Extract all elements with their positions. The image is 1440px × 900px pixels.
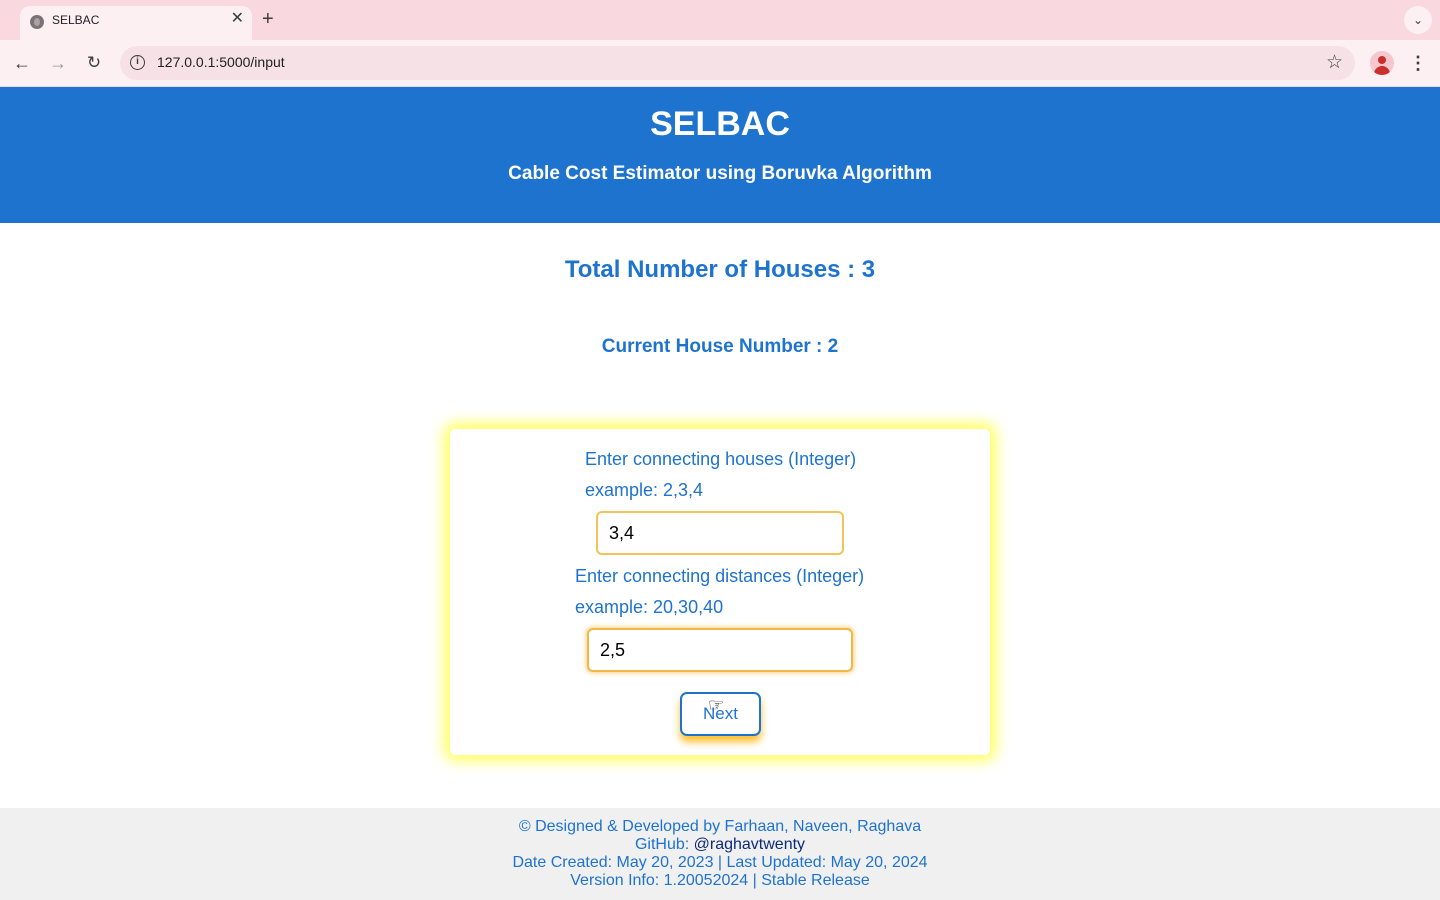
page-footer: © Designed & Developed by Farhaan, Navee… bbox=[0, 808, 1440, 900]
hand-pointer-cursor-icon: ☞ bbox=[708, 695, 725, 715]
app-title: SELBAC bbox=[650, 105, 790, 143]
footer-version: Version Info: 1.20052024 | Stable Releas… bbox=[570, 872, 870, 889]
globe-icon bbox=[30, 15, 44, 29]
profile-avatar-icon[interactable] bbox=[1370, 51, 1394, 75]
browser-toolbar: ← → ↻ i 127.0.0.1:5000/input ☆ ⋮ bbox=[0, 40, 1440, 87]
github-prefix: GitHub: bbox=[634, 836, 694, 853]
github-link[interactable]: @raghavtwenty bbox=[694, 836, 805, 853]
site-info-icon[interactable]: i bbox=[130, 55, 145, 70]
input-form-card: Enter connecting houses (Integer) exampl… bbox=[450, 429, 990, 755]
forward-arrow-icon[interactable]: → bbox=[46, 51, 70, 75]
current-house-heading: Current House Number : 2 bbox=[601, 336, 839, 357]
bookmark-star-icon[interactable]: ☆ bbox=[1326, 51, 1343, 74]
url-text[interactable]: 127.0.0.1:5000/input bbox=[157, 54, 285, 70]
back-arrow-icon[interactable]: ← bbox=[10, 51, 34, 75]
close-tab-icon[interactable]: ✕ bbox=[231, 10, 244, 28]
connecting-houses-input[interactable] bbox=[596, 511, 844, 555]
address-bar[interactable]: i 127.0.0.1:5000/input ☆ bbox=[120, 46, 1355, 80]
tab-title: SELBAC bbox=[52, 13, 100, 27]
total-houses-heading: Total Number of Houses : 3 bbox=[564, 256, 876, 283]
connecting-distances-input[interactable] bbox=[587, 628, 853, 672]
new-tab-button[interactable]: + bbox=[262, 8, 274, 30]
app-subtitle: Cable Cost Estimator using Boruvka Algor… bbox=[508, 163, 932, 184]
browser-tab-bar: SELBAC ✕ + ⌄ bbox=[0, 0, 1440, 40]
reload-icon[interactable]: ↻ bbox=[82, 51, 106, 75]
houses-example: example: 2,3,4 bbox=[585, 480, 704, 500]
browser-tab[interactable]: SELBAC ✕ bbox=[20, 6, 252, 40]
footer-dates: Date Created: May 20, 2023 | Last Update… bbox=[512, 854, 928, 871]
distances-example: example: 20,30,40 bbox=[575, 597, 724, 617]
menu-kebab-icon[interactable]: ⋮ bbox=[1408, 51, 1428, 75]
tab-search-chevron-icon[interactable]: ⌄ bbox=[1404, 6, 1432, 34]
footer-credits: © Designed & Developed by Farhaan, Navee… bbox=[518, 818, 922, 835]
footer-github: GitHub: @raghavtwenty bbox=[0, 836, 1440, 854]
houses-label: Enter connecting houses (Integer) bbox=[585, 449, 857, 469]
distances-label: Enter connecting distances (Integer) bbox=[575, 566, 865, 586]
page-header: SELBAC Cable Cost Estimator using Boruvk… bbox=[0, 87, 1440, 223]
